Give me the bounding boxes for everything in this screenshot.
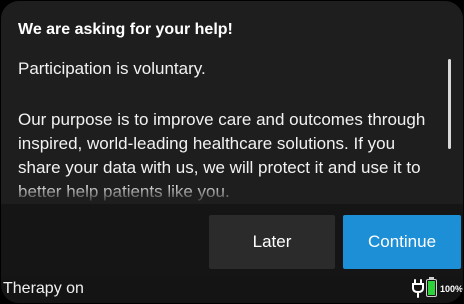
scroll-fade <box>1 184 463 204</box>
battery-level <box>428 281 435 295</box>
power-plug-icon <box>412 279 424 298</box>
consent-dialog: We are asking for your help! Participati… <box>1 1 463 204</box>
continue-button[interactable]: Continue <box>343 215 461 269</box>
dialog-message[interactable]: Participation is voluntary. Our purpose … <box>18 57 438 204</box>
scrollbar[interactable] <box>448 59 451 149</box>
therapy-status: Therapy on <box>3 280 84 297</box>
message-paragraph: Participation is voluntary. <box>18 59 206 78</box>
battery-percent: 100% <box>440 284 463 294</box>
battery-icon <box>426 279 437 297</box>
dialog-title: We are asking for your help! <box>18 21 233 38</box>
status-bar: Therapy on 100% <box>1 276 463 303</box>
later-button[interactable]: Later <box>209 215 335 269</box>
action-bar: Later Continue <box>1 204 463 276</box>
device-screen: We are asking for your help! Participati… <box>1 1 463 303</box>
